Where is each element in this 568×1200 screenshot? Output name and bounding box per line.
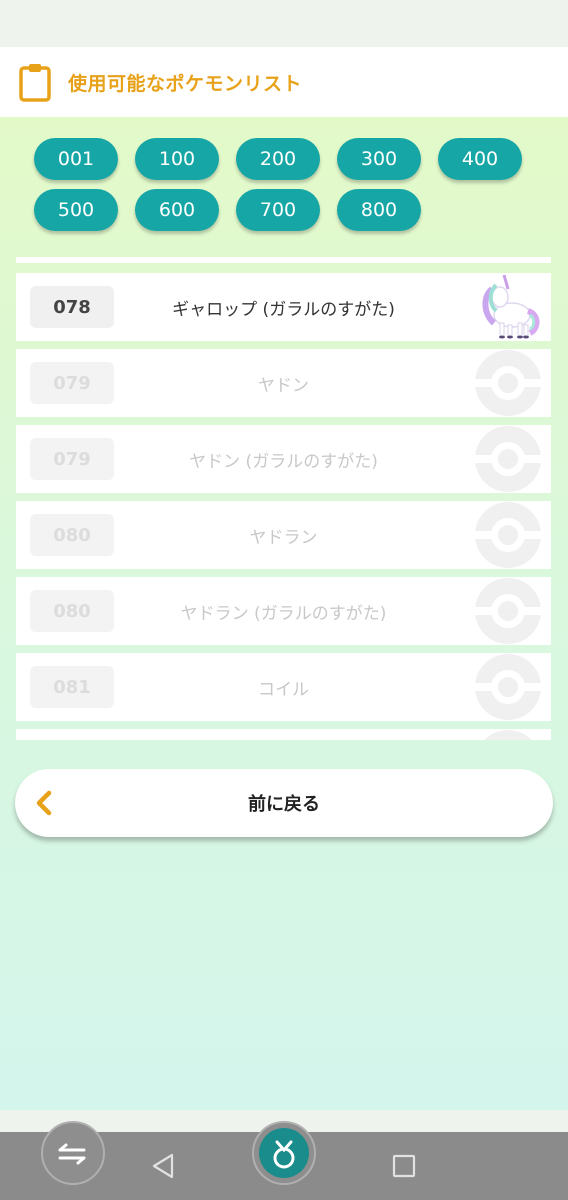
page-title: 使用可能なポケモンリスト <box>68 72 303 95</box>
pokedex-number: 079 <box>30 438 114 480</box>
pokedex-number: 079 <box>30 362 114 404</box>
status-bar-spacer <box>0 0 568 47</box>
pokemon-list[interactable]: 078 ギャロップ (ガラルのすがた) 079 ヤドン 079 ヤドン (ガラル… <box>16 257 551 740</box>
pokeball-icon <box>472 502 544 568</box>
pokeball-icon <box>472 578 544 644</box>
nav-recents-icon[interactable] <box>392 1154 416 1178</box>
range-button-200[interactable]: 200 <box>236 138 320 180</box>
floating-assist-button[interactable] <box>40 1120 106 1186</box>
pokemon-name: ヤドン (ガラルのすがた) <box>189 451 378 472</box>
range-button-001[interactable]: 001 <box>34 138 118 180</box>
list-item-partial-top <box>16 257 551 263</box>
pokemon-name: ヤドラン <box>249 527 318 548</box>
back-button[interactable]: 前に戻る <box>15 769 553 837</box>
list-item[interactable]: 081 コイル <box>16 653 551 721</box>
list-item[interactable]: 080 ヤドラン <box>16 501 551 569</box>
pokedex-number: 080 <box>30 590 114 632</box>
nav-back-icon[interactable] <box>150 1152 176 1180</box>
pokeball-icon <box>472 350 544 416</box>
list-item-partial-bottom <box>16 729 551 740</box>
galarian-ponyta-sprite <box>482 274 540 339</box>
pokeball-icon <box>484 730 532 740</box>
nav-home-button[interactable] <box>251 1120 317 1186</box>
pokemon-name: ヤドン <box>258 375 309 396</box>
range-button-400[interactable]: 400 <box>438 138 522 180</box>
pokedex-number: 081 <box>30 666 114 708</box>
list-item[interactable]: 079 ヤドン <box>16 349 551 417</box>
pokemon-name: ギャロップ (ガラルのすがた) <box>172 299 395 320</box>
back-button-label: 前に戻る <box>248 794 320 815</box>
list-item[interactable]: 079 ヤドン (ガラルのすがた) <box>16 425 551 493</box>
range-button-100[interactable]: 100 <box>135 138 219 180</box>
range-button-300[interactable]: 300 <box>337 138 421 180</box>
list-item[interactable]: 080 ヤドラン (ガラルのすがた) <box>16 577 551 645</box>
pokemon-name: ヤドラン (ガラルのすがた) <box>180 603 387 624</box>
range-button-700[interactable]: 700 <box>236 189 320 231</box>
list-item[interactable]: 078 ギャロップ (ガラルのすがた) <box>16 273 551 341</box>
pokeball-icon <box>472 654 544 720</box>
range-button-500[interactable]: 500 <box>34 189 118 231</box>
range-button-600[interactable]: 600 <box>135 189 219 231</box>
page-header: 使用可能なポケモンリスト <box>0 47 568 117</box>
pokemon-name: コイル <box>258 679 309 700</box>
pokedex-number: 078 <box>30 286 114 328</box>
pokedex-number: 080 <box>30 514 114 556</box>
range-button-800[interactable]: 800 <box>337 189 421 231</box>
pokeball-icon <box>472 426 544 492</box>
clipboard-icon <box>19 64 51 102</box>
